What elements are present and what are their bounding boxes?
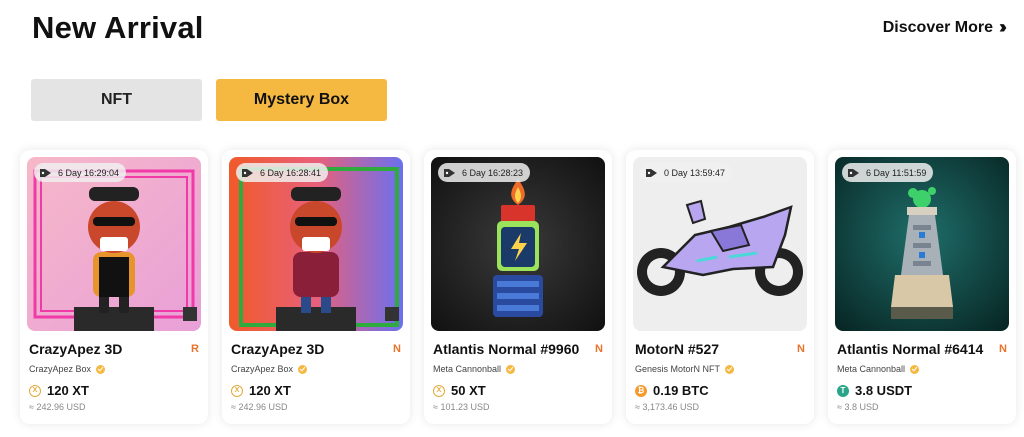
card-title: MotorN #527 bbox=[635, 341, 720, 357]
nft-card[interactable]: 6 Day 11:51:59 Atlantis Normal #6414 N M… bbox=[828, 150, 1016, 424]
price: 3.8 USDT bbox=[855, 383, 913, 398]
discover-more-label: Discover More bbox=[882, 18, 994, 36]
nft-card[interactable]: 6 Day 16:29:04 CrazyApez 3D R CrazyApez … bbox=[20, 150, 208, 424]
usd-equivalent: ≈ 242.96 USD bbox=[231, 402, 288, 412]
verified-icon bbox=[910, 364, 920, 374]
page-title: New Arrival bbox=[32, 10, 204, 45]
nft-thumbnail: 6 Day 16:28:23 bbox=[431, 157, 605, 331]
collection-name: Meta Cannonball bbox=[837, 364, 906, 374]
card-title: Atlantis Normal #9960 bbox=[433, 341, 580, 357]
card-list: 6 Day 16:29:04 CrazyApez 3D R CrazyApez … bbox=[20, 150, 1016, 424]
timer-text: 6 Day 16:29:04 bbox=[58, 167, 120, 178]
collection-name: CrazyApez Box bbox=[29, 364, 92, 374]
price: 120 XT bbox=[249, 383, 291, 398]
tag-icon bbox=[40, 168, 51, 177]
collection-name: CrazyApez Box bbox=[231, 364, 294, 374]
price: 50 XT bbox=[451, 383, 486, 398]
rarity-badge: N bbox=[999, 343, 1007, 355]
collection-name: Meta Cannonball bbox=[433, 364, 502, 374]
verified-icon bbox=[298, 364, 308, 374]
price: 0.19 BTC bbox=[653, 383, 709, 398]
nft-thumbnail: 6 Day 11:51:59 bbox=[835, 157, 1009, 331]
verified-icon bbox=[725, 364, 735, 374]
tag-icon bbox=[646, 168, 657, 177]
rarity-badge: N bbox=[393, 343, 401, 355]
tag-icon bbox=[848, 168, 859, 177]
btc-coin-icon: ₿ bbox=[635, 384, 647, 397]
timer-text: 6 Day 16:28:41 bbox=[260, 167, 322, 178]
usd-equivalent: ≈ 242.96 USD bbox=[29, 402, 86, 412]
xt-coin-icon: X bbox=[231, 384, 243, 397]
rarity-badge: N bbox=[595, 343, 603, 355]
tag-icon bbox=[242, 168, 253, 177]
timer-text: 6 Day 11:51:59 bbox=[866, 167, 927, 178]
usd-equivalent: ≈ 3.8 USD bbox=[837, 402, 879, 412]
verified-icon bbox=[96, 364, 106, 374]
usd-equivalent: ≈ 101.23 USD bbox=[433, 402, 490, 412]
countdown-timer: 6 Day 16:28:41 bbox=[236, 163, 329, 182]
timer-text: 0 Day 13:59:47 bbox=[664, 167, 726, 178]
rarity-badge: R bbox=[191, 343, 199, 355]
countdown-timer: 6 Day 16:28:23 bbox=[438, 163, 531, 182]
xt-coin-icon: X bbox=[433, 384, 445, 397]
xt-coin-icon: X bbox=[29, 384, 41, 397]
verified-icon bbox=[506, 364, 516, 374]
card-title: CrazyApez 3D bbox=[29, 341, 123, 357]
collection-name: Genesis MotorN NFT bbox=[635, 364, 721, 374]
nft-thumbnail: 0 Day 13:59:47 bbox=[633, 157, 807, 331]
usd-equivalent: ≈ 3,173.46 USD bbox=[635, 402, 699, 412]
countdown-timer: 0 Day 13:59:47 bbox=[640, 163, 733, 182]
nft-card[interactable]: 6 Day 16:28:41 CrazyApez 3D N CrazyApez … bbox=[222, 150, 410, 424]
rarity-badge: N bbox=[797, 343, 805, 355]
timer-text: 6 Day 16:28:23 bbox=[462, 167, 524, 178]
price: 120 XT bbox=[47, 383, 89, 398]
nft-thumbnail: 6 Day 16:28:41 bbox=[229, 157, 403, 331]
tab-nft[interactable]: NFT bbox=[31, 79, 202, 121]
discover-more-link[interactable]: Discover More ››› bbox=[882, 17, 1007, 38]
card-title: Atlantis Normal #6414 bbox=[837, 341, 984, 357]
countdown-timer: 6 Day 11:51:59 bbox=[842, 163, 934, 182]
tab-mystery-box[interactable]: Mystery Box bbox=[216, 79, 387, 121]
usdt-coin-icon: T bbox=[837, 384, 849, 397]
nft-card[interactable]: 6 Day 16:28:23 Atlantis Normal #9960 N M… bbox=[424, 150, 612, 424]
tag-icon bbox=[444, 168, 455, 177]
tab-bar: NFT Mystery Box bbox=[31, 79, 387, 121]
nft-card[interactable]: 0 Day 13:59:47 MotorN #527 N Genesis Mot… bbox=[626, 150, 814, 424]
double-chevron-right-icon: ››› bbox=[999, 17, 1007, 37]
countdown-timer: 6 Day 16:29:04 bbox=[34, 163, 127, 182]
nft-thumbnail: 6 Day 16:29:04 bbox=[27, 157, 201, 331]
card-title: CrazyApez 3D bbox=[231, 341, 325, 357]
